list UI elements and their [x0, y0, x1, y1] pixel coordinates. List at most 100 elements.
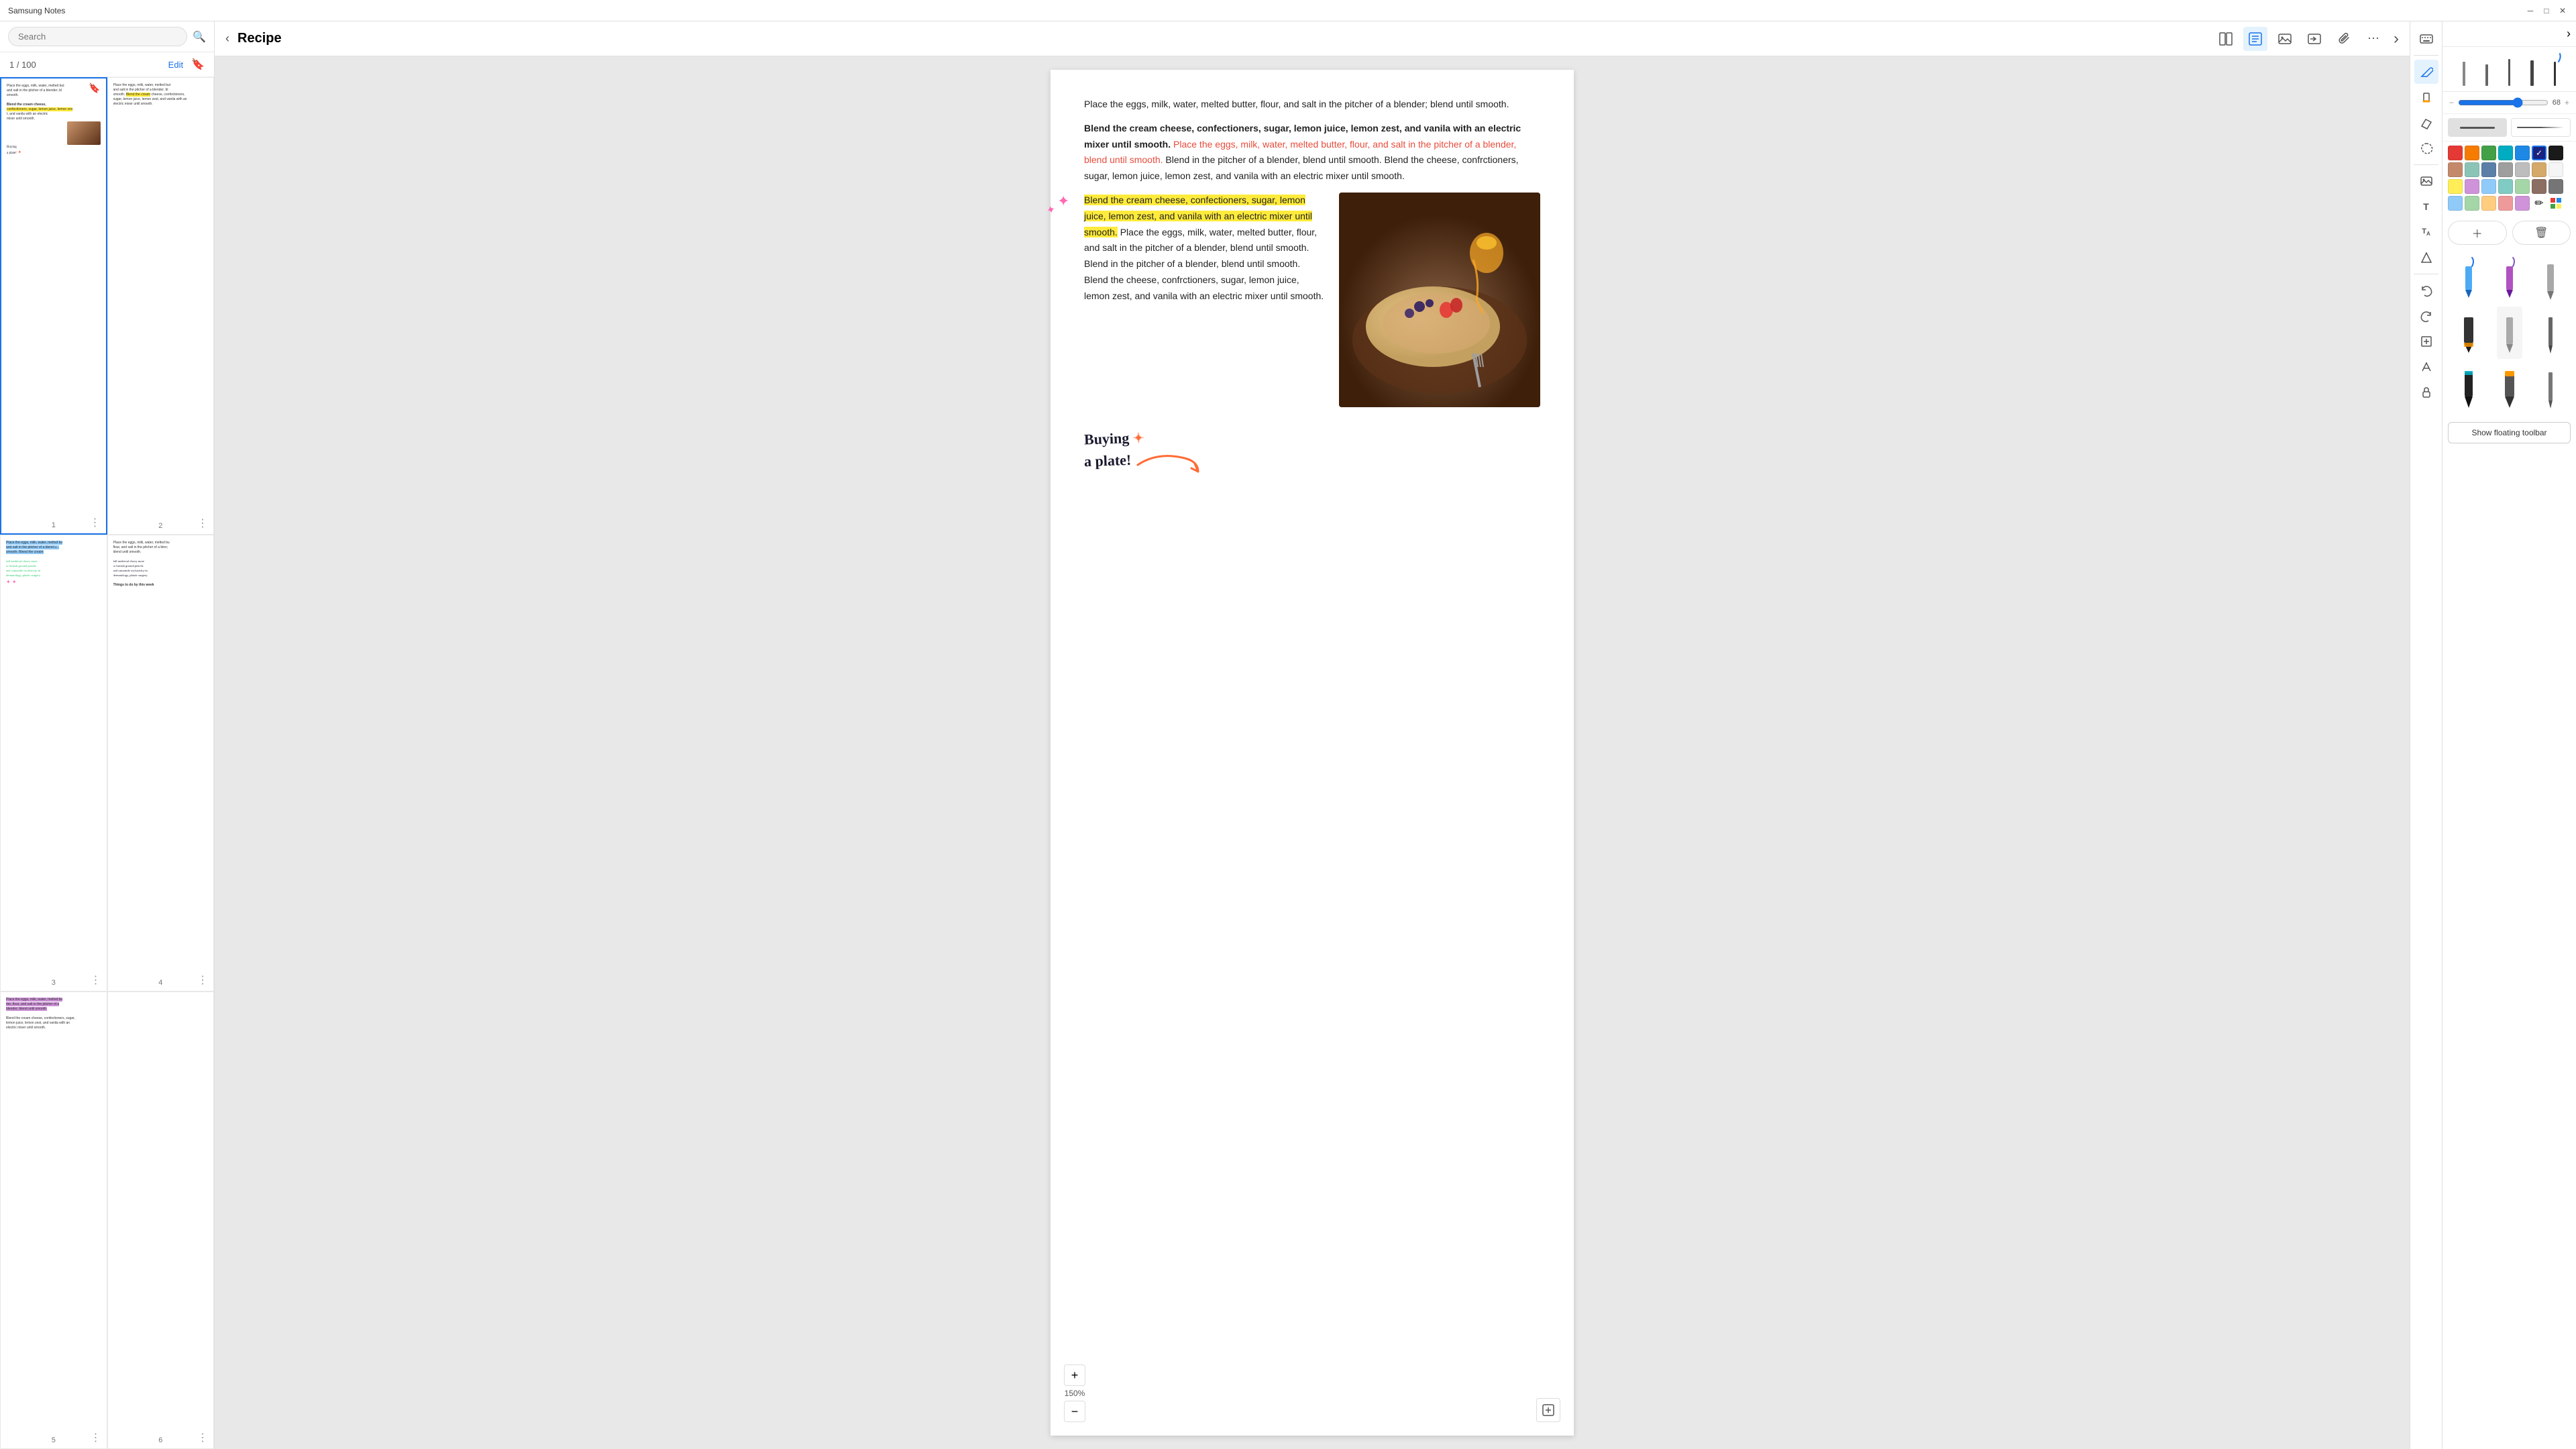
pen-gray[interactable] — [2538, 252, 2563, 304]
zoom-in-button[interactable]: + — [1064, 1364, 1085, 1386]
text-format-button[interactable]: TA — [2414, 220, 2438, 244]
thumbnail-item[interactable]: Place the eggs, milk, water, melted but … — [0, 77, 107, 535]
color-light-green[interactable] — [2465, 196, 2479, 211]
color-sky[interactable] — [2481, 179, 2496, 194]
pencil-icon[interactable]: ✏ — [2532, 196, 2546, 211]
pen-preset-1[interactable] — [2454, 52, 2474, 86]
thumbnail-item[interactable]: Place the eggs, milk, water, melted bu t… — [0, 991, 107, 1449]
color-grid-icon[interactable] — [2548, 196, 2563, 211]
resize-button[interactable] — [2414, 355, 2438, 379]
thumbnail-more-button[interactable]: ⋮ — [91, 973, 101, 987]
pen-black-wide[interactable] — [2456, 307, 2481, 359]
text-insert-button[interactable]: T — [2414, 195, 2438, 219]
pen-preset-blue[interactable] — [2545, 52, 2565, 86]
redo-button[interactable] — [2414, 304, 2438, 328]
pen-preset-2[interactable] — [2477, 52, 2497, 86]
color-sage[interactable] — [2515, 179, 2530, 194]
image-insert-button[interactable] — [2414, 169, 2438, 193]
shape-button[interactable] — [2414, 246, 2438, 270]
slider-value: 68 — [2553, 99, 2561, 107]
thumbnail-content: Place the eggs, milk, water, melted but … — [113, 83, 209, 177]
highlight-draw-button[interactable] — [2414, 85, 2438, 109]
pen-blue[interactable] — [2456, 252, 2481, 304]
add-preset-button[interactable]: ＋ — [2448, 221, 2507, 245]
search-input[interactable] — [8, 27, 187, 46]
note-view-button[interactable] — [2243, 27, 2267, 51]
share-button[interactable] — [2302, 27, 2326, 51]
panel-view-button[interactable] — [2214, 27, 2238, 51]
color-black[interactable] — [2548, 146, 2563, 160]
thumbnail-item[interactable]: Place the eggs, milk, water, melted but … — [107, 77, 215, 535]
color-green[interactable] — [2481, 146, 2496, 160]
color-pink-light[interactable] — [2498, 196, 2513, 211]
color-medium-gray[interactable] — [2548, 179, 2563, 194]
edit-button[interactable]: Edit — [168, 60, 183, 70]
show-floating-toolbar-button[interactable]: Show floating toolbar — [2448, 422, 2571, 443]
thumbnail-more-button[interactable]: ⋮ — [197, 517, 208, 530]
pen-preset-3[interactable] — [2500, 52, 2520, 86]
pen-orange-highlight[interactable] — [2497, 362, 2522, 414]
color-blue[interactable] — [2515, 146, 2530, 160]
color-teal[interactable] — [2498, 146, 2513, 160]
color-lavender[interactable] — [2465, 179, 2479, 194]
thumbnail-more-button[interactable]: ⋮ — [197, 1431, 208, 1444]
pen-thin-2[interactable] — [2538, 362, 2563, 414]
lock-button[interactable] — [2414, 380, 2438, 405]
undo-button[interactable] — [2414, 278, 2438, 303]
pen-thin[interactable] — [2538, 307, 2563, 359]
thumbnail-item[interactable]: 6 ⋮ — [107, 991, 215, 1449]
pen-purple[interactable] — [2497, 252, 2522, 304]
thumbnail-more-button[interactable]: ⋮ — [91, 1431, 101, 1444]
color-yellow[interactable] — [2448, 179, 2463, 194]
color-light-blue[interactable] — [2448, 196, 2463, 211]
thumbnail-label: 1 — [52, 521, 56, 529]
search-icon-button[interactable]: 🔍 — [193, 30, 206, 44]
back-button[interactable]: ‹ — [225, 32, 229, 46]
close-button[interactable]: ✕ — [2557, 5, 2568, 16]
image-button[interactable] — [2273, 27, 2297, 51]
lasso-select-button[interactable] — [2414, 136, 2438, 160]
close-panel-button[interactable]: › — [2567, 27, 2571, 41]
forward-button[interactable]: › — [2394, 30, 2399, 48]
color-slate[interactable] — [2481, 162, 2496, 177]
slider-plus-icon[interactable]: + — [2565, 98, 2569, 107]
color-peach[interactable] — [2481, 196, 2496, 211]
color-gray[interactable] — [2498, 162, 2513, 177]
move-button[interactable] — [2414, 329, 2438, 354]
color-mint[interactable] — [2465, 162, 2479, 177]
thumbnail-more-button[interactable]: ⋮ — [197, 973, 208, 987]
thumbnail-label: 3 — [52, 979, 56, 987]
thumbnail-more-button[interactable]: ⋮ — [90, 516, 101, 529]
color-red[interactable] — [2448, 146, 2463, 160]
pen-gray-medium[interactable] — [2497, 307, 2522, 359]
pen-draw-button[interactable] — [2414, 60, 2438, 84]
thumbnail-item[interactable]: Place the eggs, milk, water, melted bu f… — [107, 535, 215, 992]
more-options-button[interactable]: ⋯ — [2361, 27, 2385, 51]
zoom-out-button[interactable]: − — [1064, 1401, 1085, 1422]
keyboard-button[interactable] — [2414, 27, 2438, 51]
bookmark-icon[interactable]: 🔖 — [191, 58, 205, 71]
color-cream[interactable] — [2548, 162, 2563, 177]
add-page-button[interactable] — [1536, 1398, 1560, 1422]
color-tan[interactable] — [2532, 162, 2546, 177]
color-aqua[interactable] — [2498, 179, 2513, 194]
minimize-button[interactable]: ─ — [2525, 5, 2536, 16]
color-purple-light[interactable] — [2515, 196, 2530, 211]
pen-black-brush[interactable] — [2456, 362, 2481, 414]
pen-style-tapered[interactable] — [2511, 118, 2571, 137]
thumbnail-item[interactable]: Place the eggs, milk, water, melted bu a… — [0, 535, 107, 992]
color-orange[interactable] — [2465, 146, 2479, 160]
zoom-controls: + 150% − — [1064, 1364, 1085, 1422]
delete-preset-button[interactable]: 🗑 — [2512, 221, 2571, 245]
pen-style-solid[interactable] — [2448, 118, 2507, 137]
color-navy[interactable]: ✓ — [2532, 146, 2546, 160]
color-light-gray[interactable] — [2515, 162, 2530, 177]
maximize-button[interactable]: □ — [2541, 5, 2552, 16]
pen-preset-4[interactable] — [2522, 52, 2542, 86]
attach-button[interactable] — [2332, 27, 2356, 51]
color-brown[interactable] — [2532, 179, 2546, 194]
slider-minus-icon[interactable]: − — [2449, 98, 2454, 107]
eraser-button[interactable] — [2414, 111, 2438, 135]
color-brown-light[interactable] — [2448, 162, 2463, 177]
pen-size-slider[interactable] — [2458, 97, 2548, 108]
